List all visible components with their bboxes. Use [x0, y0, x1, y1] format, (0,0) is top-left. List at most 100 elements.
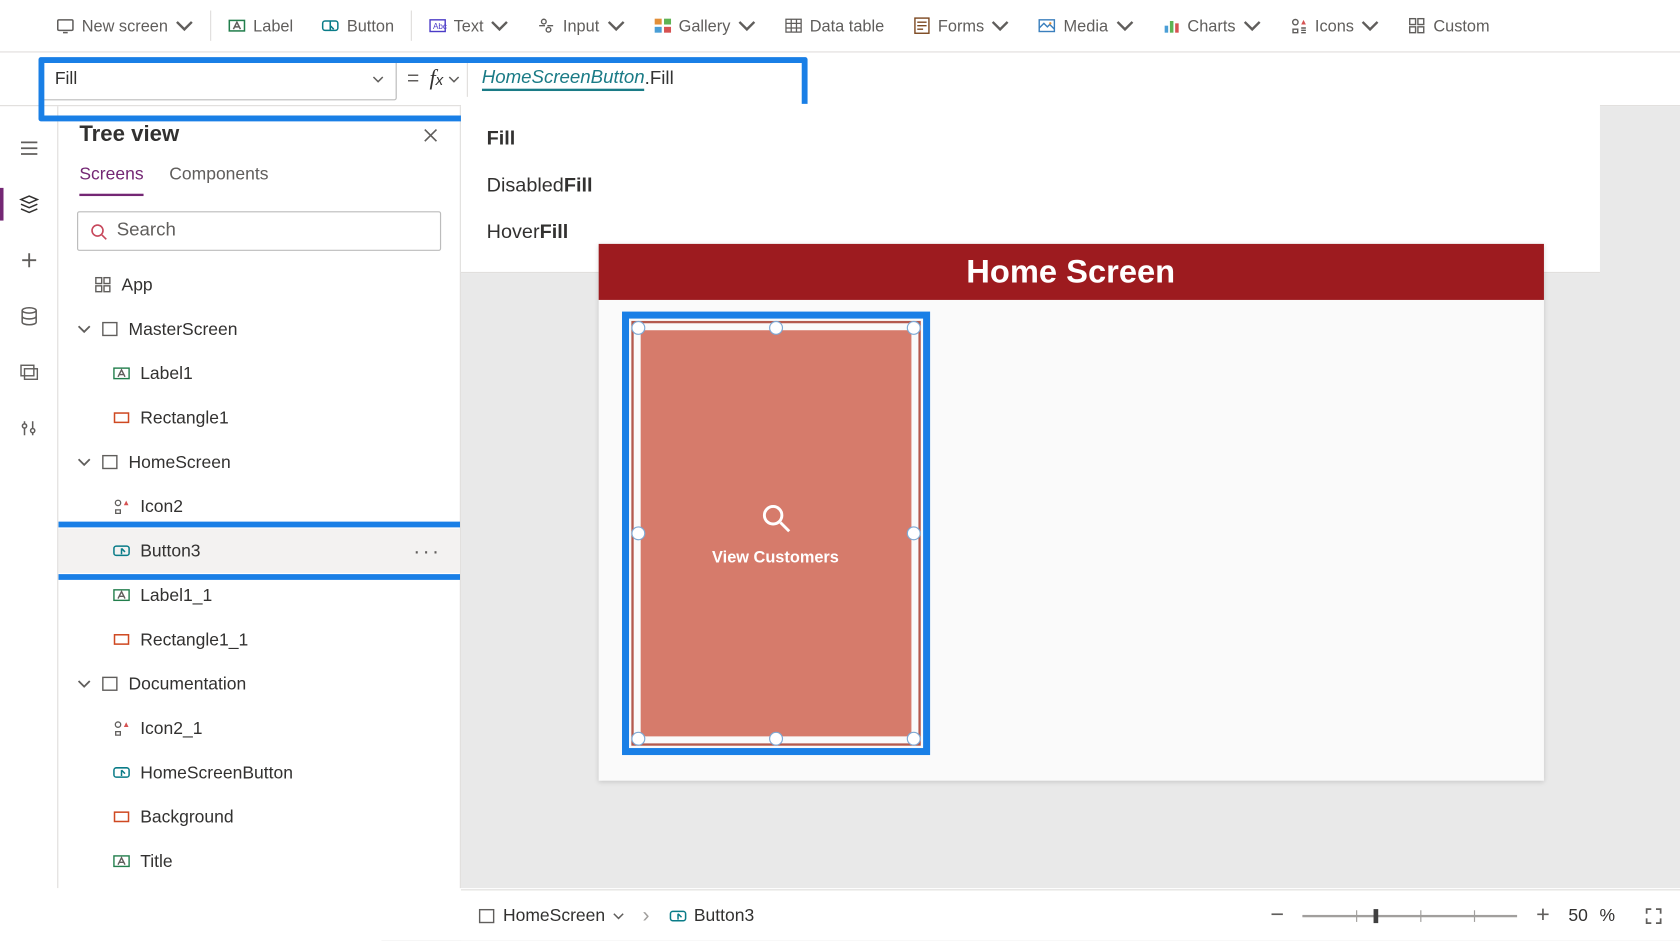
tree-node-background[interactable]: Background — [58, 795, 459, 839]
insert-icons-button[interactable]: Icons — [1275, 0, 1393, 51]
tree-node-title[interactable]: Title — [58, 839, 459, 883]
tree-node-label1[interactable]: Label1 — [58, 351, 459, 395]
resize-handle[interactable] — [906, 732, 920, 746]
tree-node-label: App — [121, 275, 152, 295]
insert-forms-button[interactable]: Forms — [898, 0, 1024, 51]
tree-node-label: Background — [140, 807, 233, 827]
button-icon — [112, 763, 131, 782]
property-selector[interactable]: Fill — [42, 58, 397, 100]
formula-bar: Fill = fx HomeScreenButton.Fill — [0, 53, 1680, 107]
rail-media[interactable] — [0, 344, 58, 400]
tree-search-placeholder: Search — [117, 221, 176, 242]
breadcrumb-screen[interactable]: HomeScreen — [477, 906, 624, 926]
tree-node-button3[interactable]: Button3 ··· — [58, 529, 459, 573]
zoom-slider[interactable] — [1303, 914, 1518, 916]
button-icon — [321, 16, 340, 35]
more-button[interactable]: ··· — [413, 539, 441, 564]
label-icon — [112, 364, 131, 383]
formula-input[interactable]: HomeScreenButton.Fill — [472, 58, 1680, 100]
chevron-down-icon — [737, 16, 756, 35]
insert-gallery-label: Gallery — [679, 16, 731, 35]
autocomplete-item[interactable]: DisabledFill — [487, 162, 1575, 209]
zoom-out-button[interactable]: − — [1263, 902, 1291, 929]
gallery-icon — [653, 16, 672, 35]
tree-node-label: HomeScreen — [128, 452, 230, 472]
autocomplete-item[interactable]: Fill — [487, 116, 1575, 163]
insert-toolbar: New screen Label Button Abc Text Input G… — [0, 0, 1680, 53]
canvas-screen[interactable]: Home Screen View Customers — [598, 244, 1543, 781]
close-icon[interactable] — [422, 127, 438, 143]
breadcrumb-control[interactable]: Button3 — [668, 906, 754, 926]
svg-text:Abc: Abc — [433, 22, 447, 31]
rail-data[interactable] — [0, 288, 58, 344]
fx-button[interactable]: fx — [429, 66, 466, 92]
resize-handle[interactable] — [906, 526, 920, 540]
insert-icons-label: Icons — [1315, 16, 1354, 35]
main-area: Tree view Screens Components Search App … — [0, 106, 1680, 888]
insert-datatable-button[interactable]: Data table — [770, 0, 898, 51]
tree-node-masterscreen[interactable]: MasterScreen — [58, 307, 459, 351]
button-caption: View Customers — [712, 547, 839, 566]
tree-node-label: Rectangle1_1 — [140, 630, 248, 650]
tree-node-label1-1[interactable]: Label1_1 — [58, 573, 459, 617]
resize-handle[interactable] — [906, 321, 920, 335]
tab-screens[interactable]: Screens — [79, 165, 143, 197]
tree-node-icon2[interactable]: Icon2 — [58, 484, 459, 528]
insert-button-button[interactable]: Button — [307, 0, 408, 51]
new-screen-button[interactable]: New screen — [42, 0, 208, 51]
insert-custom-button[interactable]: Custom — [1394, 0, 1504, 51]
label-icon — [112, 852, 131, 871]
tree-view-panel: Tree view Screens Components Search App … — [58, 106, 461, 888]
selected-control-frame[interactable]: View Customers — [621, 312, 929, 755]
tree-node-icon2-1[interactable]: Icon2_1 — [58, 706, 459, 750]
screen-icon — [100, 675, 119, 694]
insert-forms-label: Forms — [938, 16, 984, 35]
resize-handle[interactable] — [768, 732, 782, 746]
forms-icon — [912, 16, 931, 35]
insert-input-button[interactable]: Input — [523, 0, 639, 51]
tree-node-homescreen[interactable]: HomeScreen — [58, 440, 459, 484]
zoom-controls: − + 50 % — [1263, 902, 1664, 929]
insert-text-button[interactable]: Abc Text — [414, 0, 523, 51]
database-icon — [18, 306, 39, 327]
toolbar-separator — [210, 11, 211, 41]
tree-search-input[interactable]: Search — [77, 211, 441, 251]
insert-input-label: Input — [563, 16, 599, 35]
rail-treeview[interactable] — [0, 176, 58, 232]
tree-node-topbar[interactable]: TopBar — [58, 883, 459, 888]
input-icon — [537, 16, 556, 35]
zoom-value: 50 — [1568, 906, 1587, 926]
resize-handle[interactable] — [631, 526, 645, 540]
tree-node-homescreenbutton[interactable]: HomeScreenButton — [58, 750, 459, 794]
rail-advanced[interactable] — [0, 400, 58, 456]
icons-icon — [112, 719, 131, 738]
insert-gallery-button[interactable]: Gallery — [639, 0, 770, 51]
fx-icon: fx — [429, 66, 443, 92]
tree-node-app[interactable]: App — [58, 263, 459, 307]
resize-handle[interactable] — [768, 321, 782, 335]
zoom-in-button[interactable]: + — [1529, 902, 1557, 929]
chevron-down-icon — [991, 16, 1010, 35]
rail-hamburger[interactable] — [0, 120, 58, 176]
insert-label-button[interactable]: Label — [213, 0, 307, 51]
resize-handle[interactable] — [631, 321, 645, 335]
tab-components[interactable]: Components — [169, 165, 268, 194]
insert-charts-button[interactable]: Charts — [1148, 0, 1275, 51]
icons-icon — [1289, 16, 1308, 35]
property-selector-value: Fill — [55, 69, 77, 89]
insert-charts-label: Charts — [1187, 16, 1235, 35]
rail-insert[interactable] — [0, 232, 58, 288]
tree-node-documentation[interactable]: Documentation — [58, 662, 459, 706]
fit-to-screen-icon[interactable] — [1643, 905, 1664, 926]
chevron-down-icon — [77, 453, 91, 472]
screen-icon — [477, 906, 496, 925]
tree-node-rectangle1-1[interactable]: Rectangle1_1 — [58, 617, 459, 661]
insert-media-button[interactable]: Media — [1024, 0, 1148, 51]
tree-node-rectangle1[interactable]: Rectangle1 — [58, 396, 459, 440]
formula-reference: HomeScreenButton — [482, 67, 645, 90]
tree-node-label: HomeScreenButton — [140, 763, 293, 783]
view-customers-button[interactable]: View Customers — [640, 330, 911, 736]
charts-icon — [1162, 16, 1181, 35]
resize-handle[interactable] — [631, 732, 645, 746]
chevron-down-icon — [448, 73, 460, 85]
